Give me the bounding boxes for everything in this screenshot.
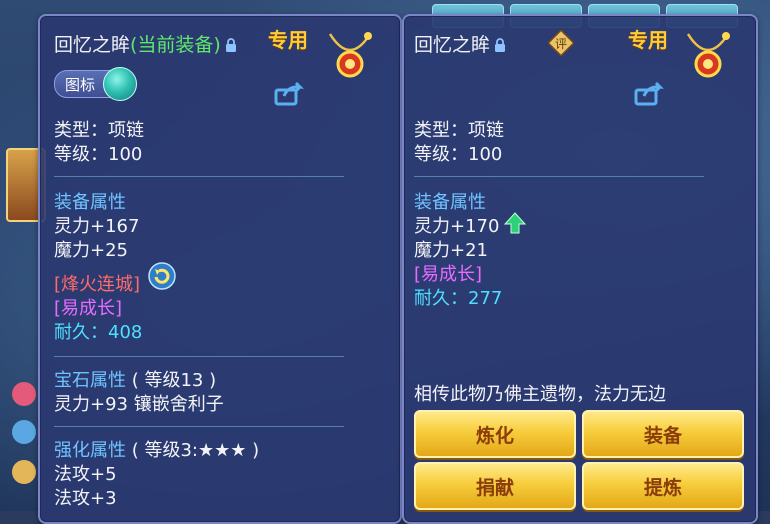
equip-attr-header: 装备属性 [414, 192, 486, 213]
refresh-icon[interactable] [148, 262, 176, 290]
item-level: 等级：100 [54, 144, 143, 165]
heart-icon[interactable] [12, 382, 36, 406]
attr-line: 魔力+25 [54, 240, 128, 261]
refine-button[interactable]: 炼化 [414, 410, 576, 458]
enhance-attr-line: 法攻+3 [54, 488, 117, 509]
item-name: 回忆之眸 [54, 34, 131, 56]
exclusive-label: 专用 [268, 28, 308, 52]
evaluate-icon[interactable]: 评 [548, 30, 574, 56]
special-effect[interactable]: [烽火连城] [54, 270, 140, 296]
attr-line: 魔力+21 [414, 240, 488, 261]
equip-attr-header: 装备属性 [54, 192, 126, 213]
lock-icon [495, 38, 506, 52]
item-level: 等级：100 [414, 144, 503, 165]
divider [54, 176, 344, 177]
gem-level: ( 等级13 ) [131, 370, 217, 391]
enhance-attr-row: 强化属性 ( 等级3:★★★ ) [54, 436, 259, 462]
exclusive-label: 专用 [628, 28, 668, 52]
evaluate-icon-label: 评 [555, 37, 567, 51]
item-type: 类型：项链 [54, 120, 144, 141]
gem-attr-header: 宝石属性 [54, 370, 126, 391]
growth-tag: [易成长] [414, 264, 483, 285]
increase-arrow-icon [504, 212, 526, 234]
divider [414, 176, 704, 177]
extract-button[interactable]: 提炼 [582, 462, 744, 510]
durability: 耐久：408 [54, 322, 143, 343]
divider [54, 356, 344, 357]
durability: 耐久：277 [414, 288, 503, 309]
divider [54, 426, 344, 427]
necklace-icon [328, 32, 372, 78]
info-icon[interactable] [12, 460, 36, 484]
growth-tag: [易成长] [54, 298, 123, 319]
enhance-level: ( 等级3:★★★ ) [131, 440, 260, 461]
item-name: 回忆之眸 [414, 34, 491, 56]
item-title: 回忆之眸(当前装备) [54, 30, 237, 57]
item-description: 相传此物乃佛主遗物，法力无边 [414, 384, 666, 405]
donate-button[interactable]: 捐献 [414, 462, 576, 510]
shield-icon[interactable] [12, 420, 36, 444]
attr-line: 灵力+170 [414, 216, 500, 237]
necklace-icon [686, 32, 730, 78]
equipped-item-panel: 回忆之眸(当前装备) 专用 图标 类型：项链 等级：100 装备属性 灵力+16… [38, 14, 402, 524]
icon-toggle[interactable]: 图标 [54, 67, 137, 101]
toggle-knob [103, 67, 137, 101]
gem-attr-row: 宝石属性 ( 等级13 ) [54, 366, 216, 392]
lock-icon [225, 38, 236, 52]
toggle-label: 图标 [65, 76, 96, 94]
enhance-attr-header: 强化属性 [54, 440, 126, 461]
item-type: 类型：项链 [414, 120, 504, 141]
share-icon[interactable] [634, 82, 664, 106]
equip-button[interactable]: 装备 [582, 410, 744, 458]
gem-attr-line: 灵力+93 镶嵌舍利子 [54, 394, 224, 415]
compare-item-panel: 回忆之眸 评 专用 类型：项链 等级：100 装备属性 灵力+170 魔力+21… [402, 14, 758, 524]
current-equip-tag: (当前装备) [130, 34, 221, 56]
enhance-attr-line: 法攻+5 [54, 464, 117, 485]
item-title: 回忆之眸 [414, 30, 506, 57]
attr-line: 灵力+167 [54, 216, 140, 237]
share-icon[interactable] [274, 82, 304, 106]
